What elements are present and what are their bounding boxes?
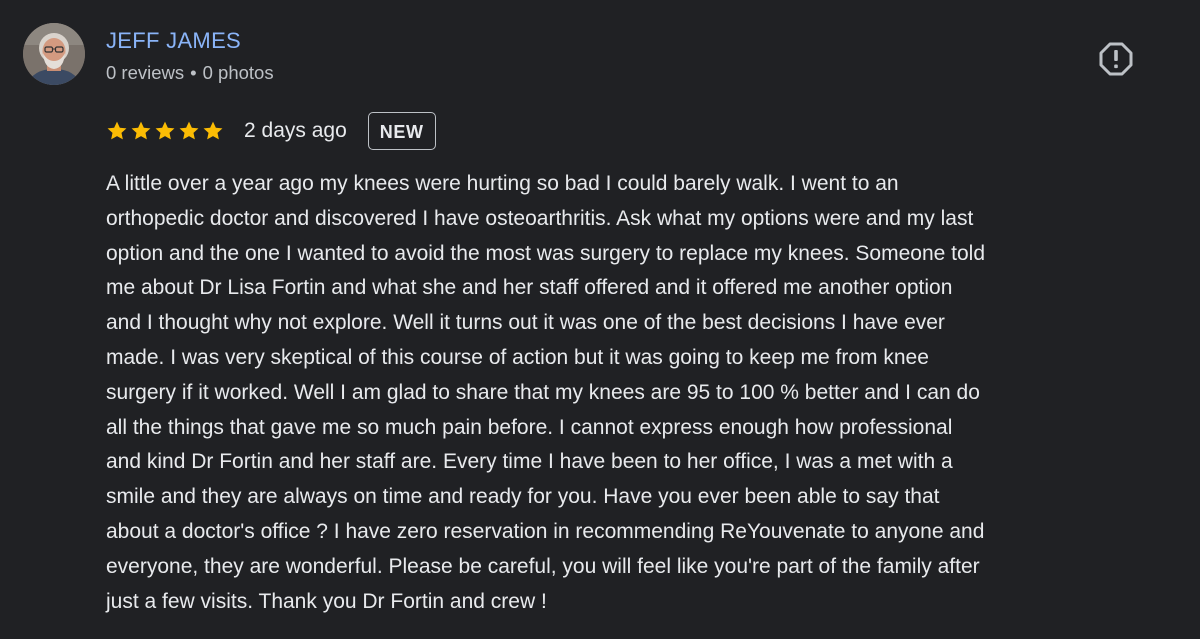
- report-button[interactable]: [1097, 40, 1135, 78]
- review-text-line: orthopedic doctor and discovered I have …: [106, 206, 974, 230]
- star-icon: [131, 121, 151, 140]
- review-text-line: smile and they are always on time and re…: [106, 485, 940, 509]
- rating-row: 2 days ago NEW: [106, 110, 436, 152]
- review-text-line: A little over a year ago my knees were h…: [106, 172, 899, 195]
- review-text-line: option and the one I wanted to avoid the…: [106, 241, 986, 265]
- avatar[interactable]: [23, 23, 85, 85]
- avatar-image: [23, 23, 85, 85]
- author-reviews-count: 0 reviews: [106, 62, 185, 83]
- review-text-line: all the things that gave me so much pain…: [106, 415, 953, 439]
- meta-separator: •: [190, 62, 197, 83]
- new-badge: NEW: [367, 112, 436, 150]
- star-rating: [106, 120, 224, 142]
- star-icon: [179, 121, 199, 140]
- review-text-line: me about Dr Lisa Fortin and what she and…: [106, 276, 953, 300]
- author-name[interactable]: JEFF JAMES: [106, 28, 241, 54]
- review-date: 2 days ago: [244, 119, 347, 142]
- star-icon: [155, 121, 175, 140]
- review-text-line: and I thought why not explore. Well it t…: [106, 311, 945, 335]
- review-text-line: just a few visits. Thank you Dr Fortin a…: [106, 589, 547, 613]
- author-photos-count: 0 photos: [202, 62, 274, 83]
- review-text-line: made. I was very skeptical of this cours…: [106, 345, 929, 369]
- star-icon: [107, 121, 127, 140]
- report-flag-icon: [1099, 42, 1133, 76]
- review-text-line: about a doctor's office ? I have zero re…: [106, 519, 985, 543]
- star-icon: [203, 121, 223, 140]
- author-meta: 0 reviews • 0 photos: [106, 62, 274, 84]
- review-text-line: surgery if it worked. Well I am glad to …: [106, 380, 980, 404]
- review-text: A little over a year ago my knees were h…: [106, 167, 1176, 619]
- review-card: JEFF JAMES 0 reviews • 0 photos 2 days ago…: [0, 0, 1200, 639]
- review-text-line: and kind Dr Fortin and her staff are. Ev…: [106, 450, 953, 474]
- review-text-line: everyone, they are wonderful. Please be …: [106, 554, 980, 578]
